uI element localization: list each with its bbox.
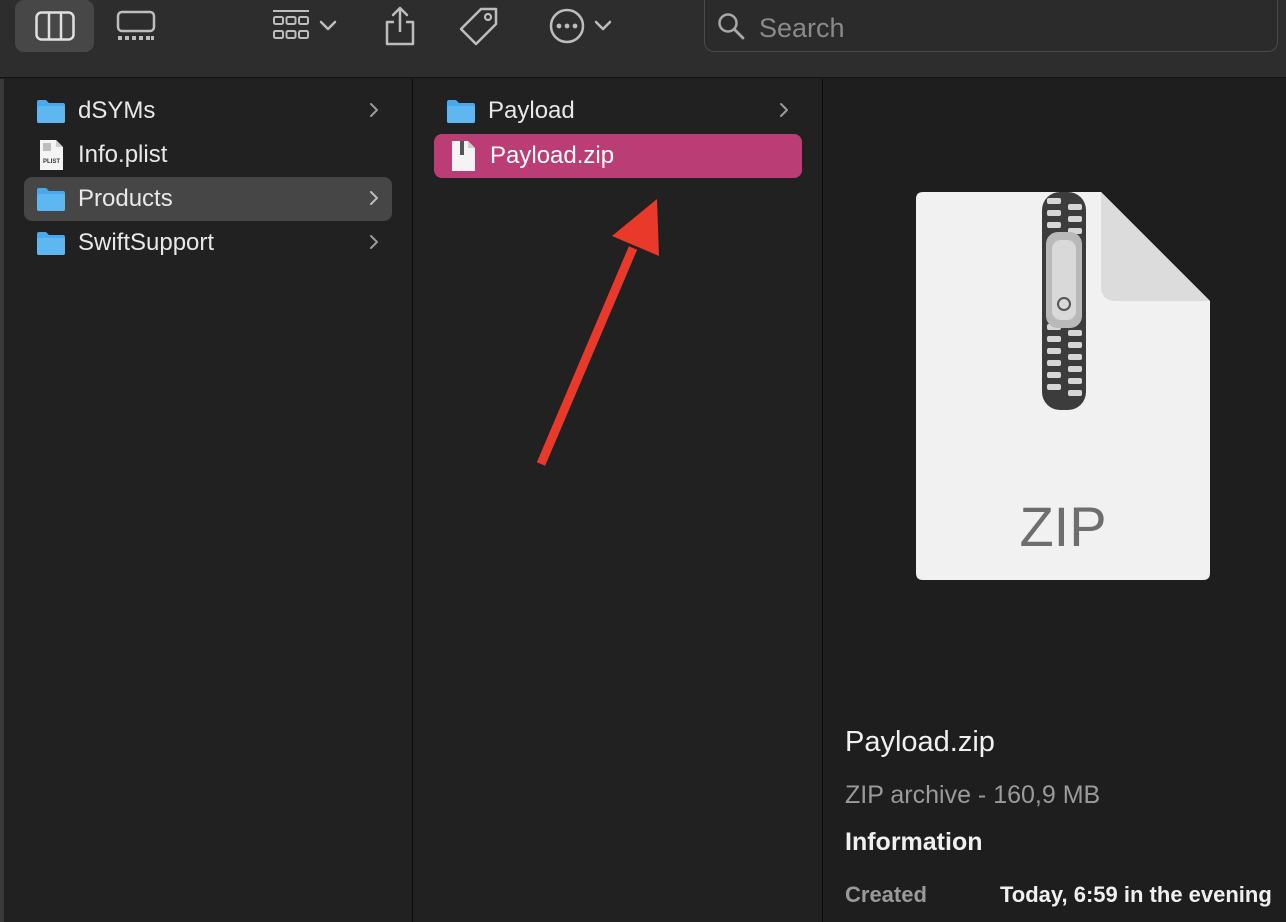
group-button[interactable] [262,0,346,52]
search-icon [718,13,745,40]
gallery-view-icon [116,10,156,40]
list-item-dsyms[interactable]: dSYMs [24,89,392,133]
preview-info-heading: Information [845,828,983,856]
chevron-down-icon [319,20,337,31]
chevron-right-icon [370,191,378,205]
zip-file-icon [448,141,478,171]
list-item-label: Products [78,185,173,212]
column-view-icon [34,11,75,41]
folder-icon [36,96,66,126]
list-item-label: SwiftSupport [78,229,215,256]
share-button[interactable] [378,0,422,52]
share-icon [385,6,415,46]
column-2: Payload Payload.zip [413,79,822,922]
tags-button[interactable] [455,0,503,52]
more-actions-button[interactable] [540,0,620,52]
grid-group-icon [273,10,309,39]
list-item-products[interactable]: Products [24,177,392,221]
preview-file-kind: ZIP archive - 160,9 MB [845,781,1101,809]
gallery-view-button[interactable] [108,0,164,52]
ellipsis-circle-icon [549,8,585,44]
column-1: dSYMs PLIST Info.plist Products SwiftSup… [0,79,412,922]
toolbar [0,0,1286,78]
folder-icon [36,184,66,214]
chevron-down-icon [594,20,612,31]
search-input[interactable] [757,10,1261,46]
search-field[interactable] [704,0,1278,52]
chevron-right-icon [370,103,378,117]
list-item-info-plist[interactable]: PLIST Info.plist [24,133,392,177]
list-item-label: Payload.zip [490,142,615,169]
tag-icon [459,7,498,46]
list-item-payload-zip[interactable]: Payload.zip [434,134,802,178]
list-item-label: Payload [488,97,575,124]
chevron-right-icon [370,235,378,249]
preview-created-label: Created [845,882,927,907]
column-view-button[interactable] [15,0,94,52]
zip-archive-large-icon: ZIP [916,192,1210,580]
folder-icon [36,228,66,258]
chevron-right-icon [780,103,788,117]
plist-file-icon [36,140,66,170]
list-item-swiftsupport[interactable]: SwiftSupport [24,221,392,265]
list-item-label: dSYMs [78,97,156,124]
folder-icon [446,96,476,126]
list-item-payload-folder[interactable]: Payload [434,89,802,133]
list-item-label: Info.plist [78,141,168,168]
preview-created-value: Today, 6:59 in the evening [1000,882,1272,907]
zip-label: ZIP [1019,495,1106,558]
preview-file-name: Payload.zip [845,726,995,758]
plist-badge: PLIST [43,159,61,165]
